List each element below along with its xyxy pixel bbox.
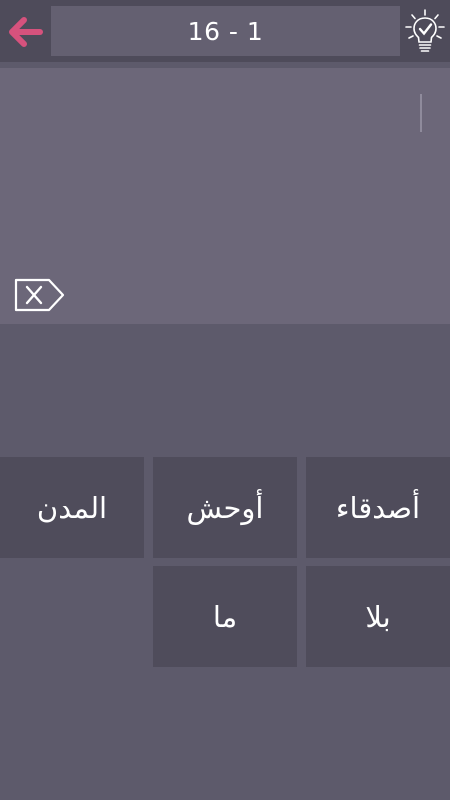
level-indicator: 16 - 1 — [51, 6, 400, 56]
left-arrow-icon — [9, 17, 43, 47]
level-label: 16 - 1 — [187, 16, 264, 46]
answer-area[interactable] — [0, 68, 450, 324]
hint-button[interactable] — [404, 8, 446, 56]
word-tile[interactable]: ما — [153, 566, 297, 667]
text-cursor — [420, 94, 422, 132]
word-tile-label: أوحش — [186, 490, 264, 525]
word-tile-label: أصدقاء — [335, 490, 421, 525]
word-tile[interactable]: أوحش — [153, 457, 297, 558]
word-tile[interactable]: المدن — [0, 457, 144, 558]
word-tile-label: المدن — [36, 490, 108, 525]
word-tile[interactable]: بلا — [306, 566, 450, 667]
top-bar: 16 - 1 — [0, 0, 450, 62]
word-tile-label: ما — [212, 599, 238, 634]
back-button[interactable] — [6, 12, 46, 52]
word-tile[interactable]: أصدقاء — [306, 457, 450, 558]
delete-button[interactable] — [12, 276, 68, 314]
word-tile-label: بلا — [365, 599, 391, 634]
backspace-x-icon — [14, 278, 65, 312]
lightbulb-check-icon — [405, 9, 445, 52]
